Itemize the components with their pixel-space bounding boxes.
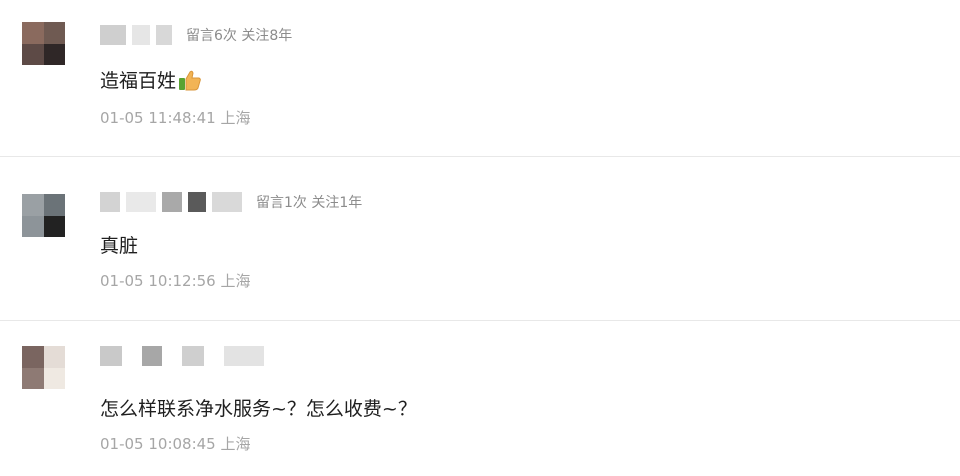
blurred-username[interactable] [142, 346, 162, 366]
avatar-pixel [22, 43, 44, 65]
avatar-pixel [43, 215, 65, 237]
comment-meta [100, 344, 278, 368]
blurred-username[interactable] [182, 346, 204, 366]
comment-text-content: 怎么样联系净水服务~？怎么收费~？ [100, 398, 417, 420]
comment-text: 造福百姓 [100, 66, 202, 93]
comment-time: 01-05 11:48:41 上海 [100, 109, 251, 127]
blurred-username[interactable] [100, 25, 126, 45]
blurred-username[interactable] [224, 346, 264, 366]
avatar-pixel [43, 43, 65, 65]
blurred-username[interactable] [100, 192, 120, 212]
avatar-pixel [22, 215, 44, 237]
avatar-pixel [43, 194, 65, 216]
blurred-username[interactable] [156, 25, 172, 45]
comment-text: 真脏 [100, 231, 138, 258]
avatar[interactable] [22, 194, 65, 237]
comment-text-content: 真脏 [100, 235, 139, 257]
blurred-username[interactable] [188, 192, 206, 212]
user-stats: 留言6次 关注8年 [186, 28, 293, 44]
comment-meta: 留言6次 关注8年 [100, 23, 292, 47]
comment-meta: 留言1次 关注1年 [100, 190, 362, 214]
avatar-pixel [22, 346, 44, 368]
blurred-username[interactable] [100, 346, 122, 366]
divider [0, 156, 960, 157]
blurred-username[interactable] [162, 192, 182, 212]
blurred-username[interactable] [126, 192, 156, 212]
comment-time: 01-05 10:12:56 上海 [100, 272, 251, 290]
comment-text: 怎么样联系净水服务~？怎么收费~？ [100, 394, 417, 421]
avatar-pixel [22, 22, 44, 44]
blurred-username[interactable] [132, 25, 150, 45]
avatar-pixel [22, 367, 44, 389]
thumbs-up-icon [178, 69, 202, 91]
avatar[interactable] [22, 346, 65, 389]
avatar-pixel [43, 346, 65, 368]
avatar-pixel [43, 367, 65, 389]
blurred-username[interactable] [212, 192, 242, 212]
user-stats: 留言1次 关注1年 [256, 195, 363, 211]
avatar-pixel [22, 194, 44, 216]
avatar[interactable] [22, 22, 65, 65]
comment-time: 01-05 10:08:45 上海 [100, 435, 251, 453]
avatar-pixel [43, 22, 65, 44]
divider [0, 320, 960, 321]
comment-text-content: 造福百姓 [100, 70, 177, 92]
